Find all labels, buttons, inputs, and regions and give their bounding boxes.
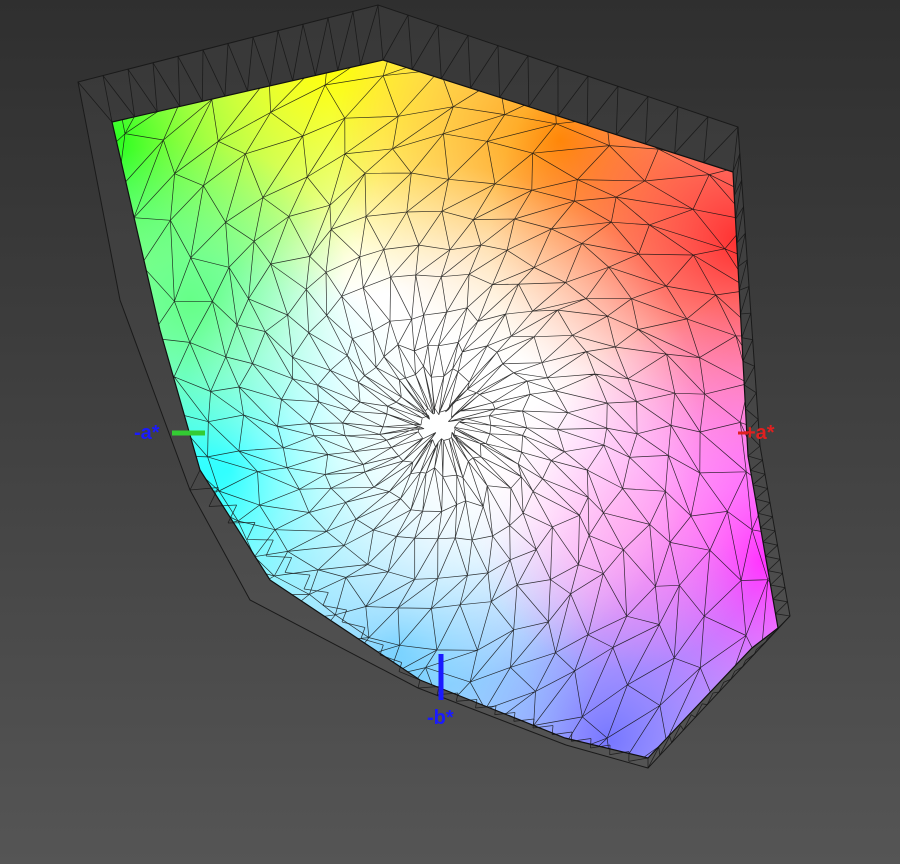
neg-a-axis-label: -a* (134, 422, 160, 444)
gamut-viewport[interactable]: -a* -b* +a* (0, 0, 900, 864)
neg-b-axis-label: -b* (427, 707, 454, 729)
pos-a-axis-label: +a* (744, 422, 775, 444)
